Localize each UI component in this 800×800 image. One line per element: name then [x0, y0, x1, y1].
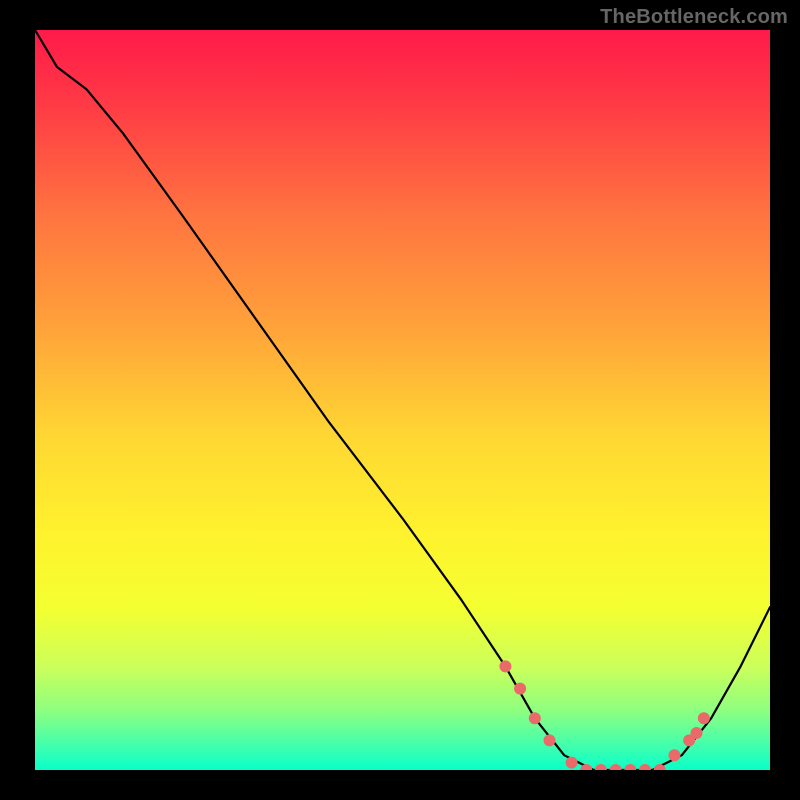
data-marker: [544, 734, 556, 746]
chart-frame: TheBottleneck.com: [0, 0, 800, 800]
data-marker: [580, 764, 592, 776]
data-marker: [529, 712, 541, 724]
data-marker: [595, 764, 607, 776]
data-marker: [566, 757, 578, 769]
data-marker: [668, 749, 680, 761]
attribution-label: TheBottleneck.com: [600, 6, 788, 29]
data-marker: [499, 660, 511, 672]
data-marker: [610, 764, 622, 776]
data-marker: [654, 764, 666, 776]
data-marker: [639, 764, 651, 776]
data-marker: [698, 712, 710, 724]
gradient-background: [35, 30, 770, 770]
data-marker: [624, 764, 636, 776]
bottleneck-chart: [0, 0, 800, 800]
data-marker: [691, 727, 703, 739]
data-marker: [514, 683, 526, 695]
